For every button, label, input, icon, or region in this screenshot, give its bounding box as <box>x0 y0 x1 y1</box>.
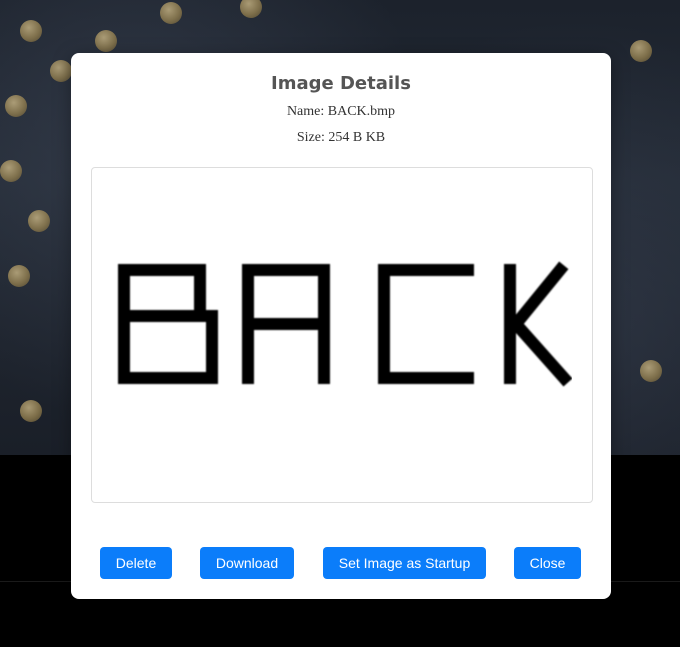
image-name: Name: BACK.bmp <box>286 104 396 119</box>
download-button[interactable]: Download <box>200 547 294 579</box>
close-button[interactable]: Close <box>514 547 581 579</box>
page: Image Details Name: BACK.bmp Size: 254 B… <box>0 0 680 647</box>
modal-title: Image Details <box>271 73 411 94</box>
image-details-modal: Image Details Name: BACK.bmp Size: 254 B… <box>71 53 611 599</box>
image-size: Size: 254 B KB <box>296 130 386 145</box>
bitmap-preview-image <box>118 261 572 387</box>
delete-button[interactable]: Delete <box>100 547 172 579</box>
set-startup-button[interactable]: Set Image as Startup <box>323 547 486 579</box>
image-preview <box>91 167 593 503</box>
